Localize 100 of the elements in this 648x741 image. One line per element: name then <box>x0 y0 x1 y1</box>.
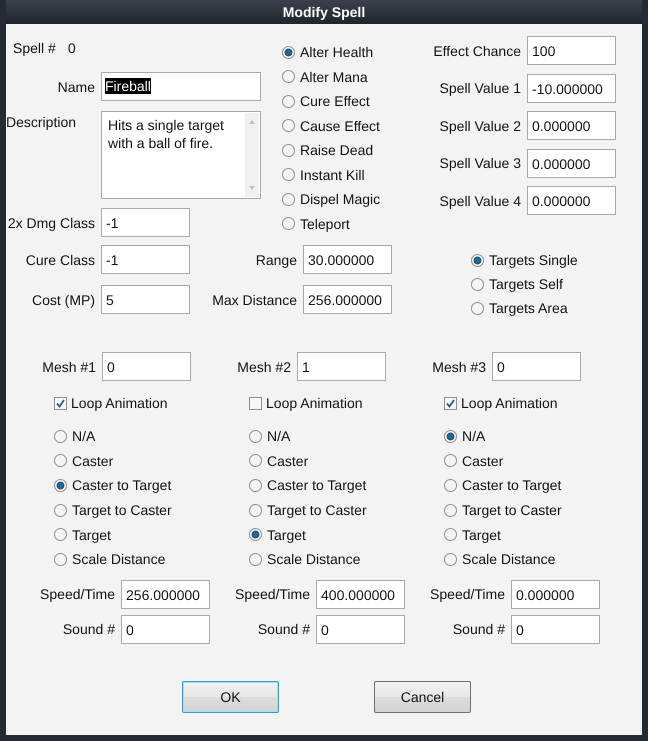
field-label: Spell Value 4 <box>438 192 521 208</box>
input-field[interactable]: -1 <box>101 245 190 274</box>
field-label: Speed/Time <box>234 586 310 602</box>
radio-button[interactable] <box>471 278 484 290</box>
radio-label: Target <box>267 526 306 543</box>
checkbox-label: Loop Animation <box>266 395 363 411</box>
input-field[interactable]: 256.000000 <box>121 580 210 609</box>
checkbox-label: Loop Animation <box>71 395 168 411</box>
radio-button[interactable] <box>282 168 295 182</box>
radio-button[interactable] <box>444 504 457 517</box>
radio-label: Scale Distance <box>72 551 166 568</box>
text-area[interactable]: Hits a single target with a ball of fire. <box>101 111 261 199</box>
radio-label: Target to Caster <box>267 502 367 518</box>
radio-button[interactable] <box>471 254 484 266</box>
window-title: Modify Spell <box>6 0 642 24</box>
checkbox[interactable] <box>444 396 457 410</box>
input-field[interactable]: 0 <box>121 614 210 644</box>
radio-label: Target <box>72 526 111 543</box>
radio-button[interactable] <box>471 302 484 314</box>
radio-label: Target to Caster <box>72 502 172 518</box>
field-label: Description <box>6 114 78 130</box>
input-field[interactable]: 0.000000 <box>527 148 616 178</box>
radio-button[interactable] <box>249 552 262 566</box>
radio-button[interactable] <box>282 94 295 108</box>
radio-label: Caster <box>267 452 308 469</box>
checkbox[interactable] <box>54 396 67 410</box>
field-label: Cure Class <box>24 252 95 268</box>
radio-button[interactable] <box>249 478 262 492</box>
field-label: Speed/Time <box>39 586 115 602</box>
field-label: Sound # <box>256 621 310 638</box>
radio-button[interactable] <box>444 552 457 566</box>
radio-button[interactable] <box>444 478 457 492</box>
radio-button[interactable] <box>444 430 457 443</box>
input-field[interactable]: 0.000000 <box>527 186 616 215</box>
radio-label: Instant Kill <box>300 166 365 183</box>
radio-button[interactable] <box>282 192 295 206</box>
input-field[interactable]: 400.000000 <box>316 580 405 609</box>
radio-button[interactable] <box>282 46 295 59</box>
radio-button[interactable] <box>282 70 295 84</box>
field-label: 2x Dmg Class <box>6 214 95 230</box>
radio-button[interactable] <box>54 552 67 566</box>
field-label: Range <box>254 252 297 268</box>
input-field[interactable]: 256.000000 <box>303 285 392 314</box>
radio-button[interactable] <box>249 528 262 542</box>
radio-label: Scale Distance <box>462 551 556 568</box>
radio-button[interactable] <box>282 144 295 157</box>
input-field[interactable]: 5 <box>101 285 190 314</box>
input-field[interactable]: -10.000000 <box>527 74 616 102</box>
input-field[interactable]: 30.000000 <box>303 245 392 274</box>
field-label: Mesh #2 <box>236 358 291 374</box>
radio-label: Target to Caster <box>462 502 562 518</box>
field-label: Sound # <box>62 621 115 638</box>
radio-button[interactable] <box>54 430 67 443</box>
radio-button[interactable] <box>282 217 295 230</box>
input-field[interactable]: 0 <box>316 614 405 644</box>
field-label: Effect Chance <box>432 42 521 58</box>
radio-label: Targets Area <box>489 300 568 316</box>
radio-button[interactable] <box>282 119 295 132</box>
dialog-button[interactable]: OK <box>182 680 279 713</box>
field-label: Sound # <box>452 621 505 638</box>
scrollbar[interactable] <box>245 113 259 197</box>
radio-label: Caster to Target <box>462 477 562 494</box>
radio-label: N/A <box>72 428 96 444</box>
radio-button[interactable] <box>54 454 67 468</box>
input-field[interactable]: 1 <box>297 352 386 381</box>
radio-button[interactable] <box>54 478 67 492</box>
input-field[interactable]: Fireball <box>101 72 261 101</box>
field-label: Mesh #1 <box>41 358 96 374</box>
input-field[interactable]: 0 <box>102 352 191 381</box>
input-field[interactable]: 0 <box>492 352 581 381</box>
radio-label: Caster <box>72 452 114 469</box>
radio-label: Targets Self <box>489 276 563 292</box>
input-field[interactable]: 0.000000 <box>511 580 600 609</box>
radio-label: Cause Effect <box>300 118 380 134</box>
input-field[interactable]: 0 <box>511 614 600 644</box>
input-field[interactable]: -1 <box>101 208 190 237</box>
field-label: Spell Value 3 <box>438 155 521 171</box>
field-label: Name <box>56 78 95 94</box>
radio-button[interactable] <box>249 504 262 517</box>
radio-button[interactable] <box>54 504 67 517</box>
radio-button[interactable] <box>249 430 262 443</box>
radio-label: Raise Dead <box>300 142 374 158</box>
field-label: Cost (MP) <box>31 292 95 308</box>
input-field[interactable]: 100 <box>527 36 616 65</box>
radio-button[interactable] <box>444 454 457 468</box>
checkbox-label: Loop Animation <box>461 395 558 411</box>
dialog-button[interactable]: Cancel <box>374 680 471 713</box>
radio-button[interactable] <box>54 528 67 542</box>
checkbox[interactable] <box>249 396 262 410</box>
radio-label: Alter Health <box>300 44 374 60</box>
radio-button[interactable] <box>444 528 457 542</box>
radio-button[interactable] <box>249 454 262 468</box>
radio-label: N/A <box>462 428 486 444</box>
radio-label: Scale Distance <box>267 551 360 568</box>
radio-label: Caster to Target <box>267 477 366 494</box>
input-field[interactable]: 0.000000 <box>527 111 616 140</box>
radio-label: Cure Effect <box>300 93 370 110</box>
field-label: Spell Value 2 <box>438 118 521 134</box>
radio-label: Dispel Magic <box>300 191 380 208</box>
field-label: Max Distance <box>211 292 297 308</box>
